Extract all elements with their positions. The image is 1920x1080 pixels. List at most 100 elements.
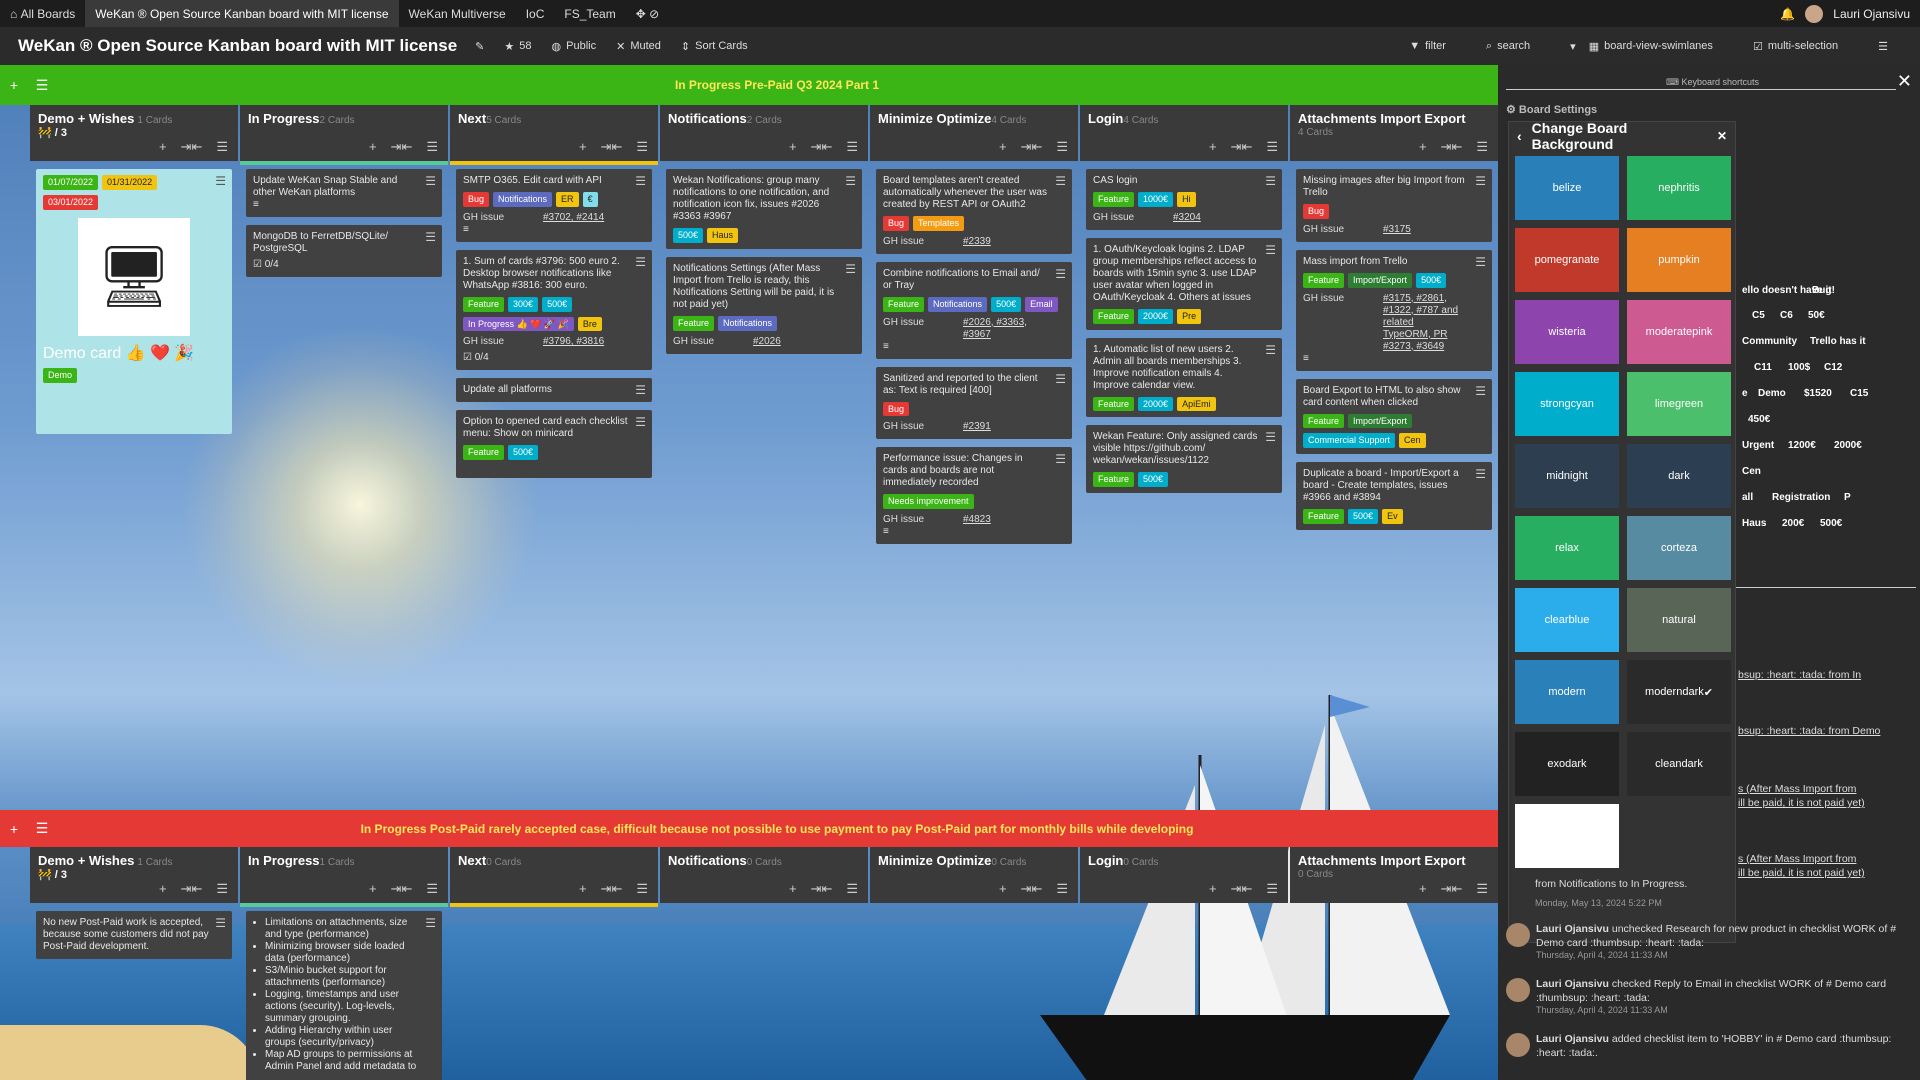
card[interactable]: ☰ 1. Automatic list of new users 2. Admin…	[1086, 337, 1282, 418]
card-menu-icon[interactable]: ☰	[1265, 430, 1276, 444]
list-header[interactable]: Login4 Cards + ⇥⇤ ☰	[1080, 105, 1288, 161]
sort-cards-button[interactable]: ⇕ Sort Cards	[681, 40, 748, 53]
list-header[interactable]: Minimize Optimize4 Cards + ⇥⇤ ☰	[870, 105, 1078, 161]
filter-button[interactable]: ▼ filter	[1409, 40, 1446, 52]
issue-link[interactable]: #2026	[753, 336, 781, 348]
add-card-icon[interactable]: +	[999, 881, 1007, 897]
visibility-button[interactable]: ◍ Public	[552, 40, 597, 53]
list-header[interactable]: Attachments Import Export 4 Cards + ⇥⇤ ☰	[1290, 105, 1498, 161]
background-swatch[interactable]: cleandark	[1627, 732, 1731, 796]
card-menu-icon[interactable]: ☰	[1475, 467, 1486, 481]
add-swimlane-icon[interactable]: +	[0, 821, 28, 837]
list-header[interactable]: Next0 Cards + ⇥⇤ ☰	[450, 847, 658, 907]
list-header[interactable]: In Progress1 Cards + ⇥⇤ ☰	[240, 847, 448, 907]
collapse-icon[interactable]: ⇥⇤	[1441, 881, 1463, 897]
background-swatch[interactable]: natural	[1627, 588, 1731, 652]
multi-selection-button[interactable]: ☑ multi-selection	[1753, 40, 1838, 53]
background-swatch[interactable]: pumpkin	[1627, 228, 1731, 292]
card[interactable]: ☰ Option to opened card each checklist me…	[456, 410, 652, 479]
back-arrow-icon[interactable]: ‹	[1517, 128, 1522, 144]
card[interactable]: ☰ CAS login Feature 1000€ Hi GH issue #3204	[1086, 169, 1282, 230]
collapse-icon[interactable]: ⇥⇤	[181, 881, 203, 897]
card[interactable]: ☰ Wekan Notifications: group many notific…	[666, 169, 862, 249]
background-swatch[interactable]: wisteria	[1515, 300, 1619, 364]
list-header[interactable]: Notifications0 Cards + ⇥⇤ ☰	[660, 847, 868, 903]
list-header[interactable]: Demo + Wishes 1 Cards 🚧 / 3 + ⇥⇤ ☰	[30, 847, 238, 903]
username[interactable]: Lauri Ojansivu	[1833, 7, 1910, 21]
card-menu-icon[interactable]: ☰	[635, 415, 646, 429]
card[interactable]: ☰ Mass import from Trello Feature Import/E…	[1296, 249, 1492, 371]
issue-link[interactable]: #3175	[1383, 224, 1411, 236]
background-swatch[interactable]: midnight	[1515, 444, 1619, 508]
card-menu-icon[interactable]: ☰	[425, 916, 436, 930]
list-menu-icon[interactable]: ☰	[1056, 881, 1068, 897]
add-card-icon[interactable]: +	[999, 139, 1007, 155]
add-card-icon[interactable]: +	[789, 139, 797, 155]
card[interactable]: ☰ Notifications Settings (After Mass Impo…	[666, 256, 862, 354]
edit-icon[interactable]: ✎	[475, 40, 484, 53]
background-swatch[interactable]: pomegranate	[1515, 228, 1619, 292]
card-menu-icon[interactable]: ☰	[1475, 384, 1486, 398]
list-menu-icon[interactable]: ☰	[1266, 881, 1278, 897]
list-menu-icon[interactable]: ☰	[216, 881, 228, 897]
close-popup-icon[interactable]: ✕	[1717, 129, 1727, 143]
card[interactable]: ☰ MongoDB to FerretDB/SQLite/ PostgreSQL ☑…	[246, 225, 442, 277]
swimlane-header-1[interactable]: + ☰ In Progress Pre-Paid Q3 2024 Part 1	[0, 65, 1498, 105]
issue-link[interactable]: #3204	[1173, 212, 1201, 224]
card-menu-icon[interactable]: ☰	[1475, 174, 1486, 188]
background-swatch[interactable]	[1515, 804, 1619, 868]
collapse-icon[interactable]: ⇥⇤	[811, 139, 833, 155]
card[interactable]: ☰ Combine notifications to Email and/ or …	[876, 261, 1072, 359]
issue-link[interactable]: #2391	[963, 421, 991, 433]
add-card-icon[interactable]: +	[1419, 139, 1427, 155]
issue-link[interactable]: #2026, #3363, #3967	[963, 317, 1033, 341]
list-menu-icon[interactable]: ☰	[636, 139, 648, 155]
list-menu-icon[interactable]: ☰	[1476, 881, 1488, 897]
card[interactable]: ☰ Sanitized and reported to the client as…	[876, 366, 1072, 440]
list-header[interactable]: Minimize Optimize0 Cards + ⇥⇤ ☰	[870, 847, 1078, 903]
collapse-icon[interactable]: ⇥⇤	[391, 881, 413, 897]
card-menu-icon[interactable]: ☰	[425, 174, 436, 188]
background-swatch[interactable]: nephritis	[1627, 156, 1731, 220]
card-menu-icon[interactable]: ☰	[1265, 174, 1276, 188]
card-menu-icon[interactable]: ☰	[1055, 174, 1066, 188]
list-menu-icon[interactable]: ☰	[846, 139, 858, 155]
collapse-icon[interactable]: ⇥⇤	[601, 881, 623, 897]
swimlane-title-1[interactable]: In Progress Pre-Paid Q3 2024 Part 1	[56, 78, 1498, 92]
swimlane-header-2[interactable]: + ☰ In Progress Post-Paid rarely accepte…	[0, 810, 1498, 847]
card[interactable]: ☰ 1. OAuth/Keycloak logins 2. LDAP group …	[1086, 237, 1282, 330]
swimlane-menu-icon[interactable]: ☰	[28, 77, 56, 94]
card-menu-icon[interactable]: ☰	[215, 916, 226, 930]
hamburger-menu-icon[interactable]: ☰	[1878, 40, 1888, 53]
card-menu-icon[interactable]: ☰	[635, 174, 646, 188]
collapse-icon[interactable]: ⇥⇤	[181, 139, 203, 155]
close-sidebar-icon[interactable]: ✕	[1897, 71, 1912, 92]
card[interactable]: ☰ SMTP O365. Edit card with API Bug Notifi…	[456, 169, 652, 242]
background-swatch[interactable]: modern	[1515, 660, 1619, 724]
add-card-icon[interactable]: +	[369, 881, 377, 897]
add-card-icon[interactable]: +	[579, 139, 587, 155]
swimlane-title-2[interactable]: In Progress Post-Paid rarely accepted ca…	[56, 822, 1498, 836]
background-swatch[interactable]: belize	[1515, 156, 1619, 220]
card[interactable]: ☰ Board Export to HTML to also show card …	[1296, 378, 1492, 455]
card-menu-icon[interactable]: ☰	[1055, 372, 1066, 386]
background-swatch[interactable]: exodark	[1515, 732, 1619, 796]
add-card-icon[interactable]: +	[579, 881, 587, 897]
list-menu-icon[interactable]: ☰	[846, 881, 858, 897]
watch-button[interactable]: ✕ Muted	[616, 40, 661, 53]
background-swatch[interactable]: limegreen	[1627, 372, 1731, 436]
list-menu-icon[interactable]: ☰	[636, 881, 648, 897]
collapse-icon[interactable]: ⇥⇤	[1441, 139, 1463, 155]
card[interactable]: ☰ Update WeKan Snap Stable and other WeKa…	[246, 169, 442, 217]
add-card-icon[interactable]: +	[159, 881, 167, 897]
card-menu-icon[interactable]: ☰	[1265, 343, 1276, 357]
add-board-icon[interactable]: ✥ ⊘	[626, 0, 669, 27]
list-menu-icon[interactable]: ☰	[1266, 139, 1278, 155]
add-card-icon[interactable]: +	[1209, 139, 1217, 155]
card-menu-icon[interactable]: ☰	[215, 174, 226, 188]
card-menu-icon[interactable]: ☰	[1055, 267, 1066, 281]
avatar[interactable]	[1805, 4, 1824, 23]
card-menu-icon[interactable]: ☰	[1475, 255, 1486, 269]
list-menu-icon[interactable]: ☰	[1056, 139, 1068, 155]
card-menu-icon[interactable]: ☰	[845, 174, 856, 188]
